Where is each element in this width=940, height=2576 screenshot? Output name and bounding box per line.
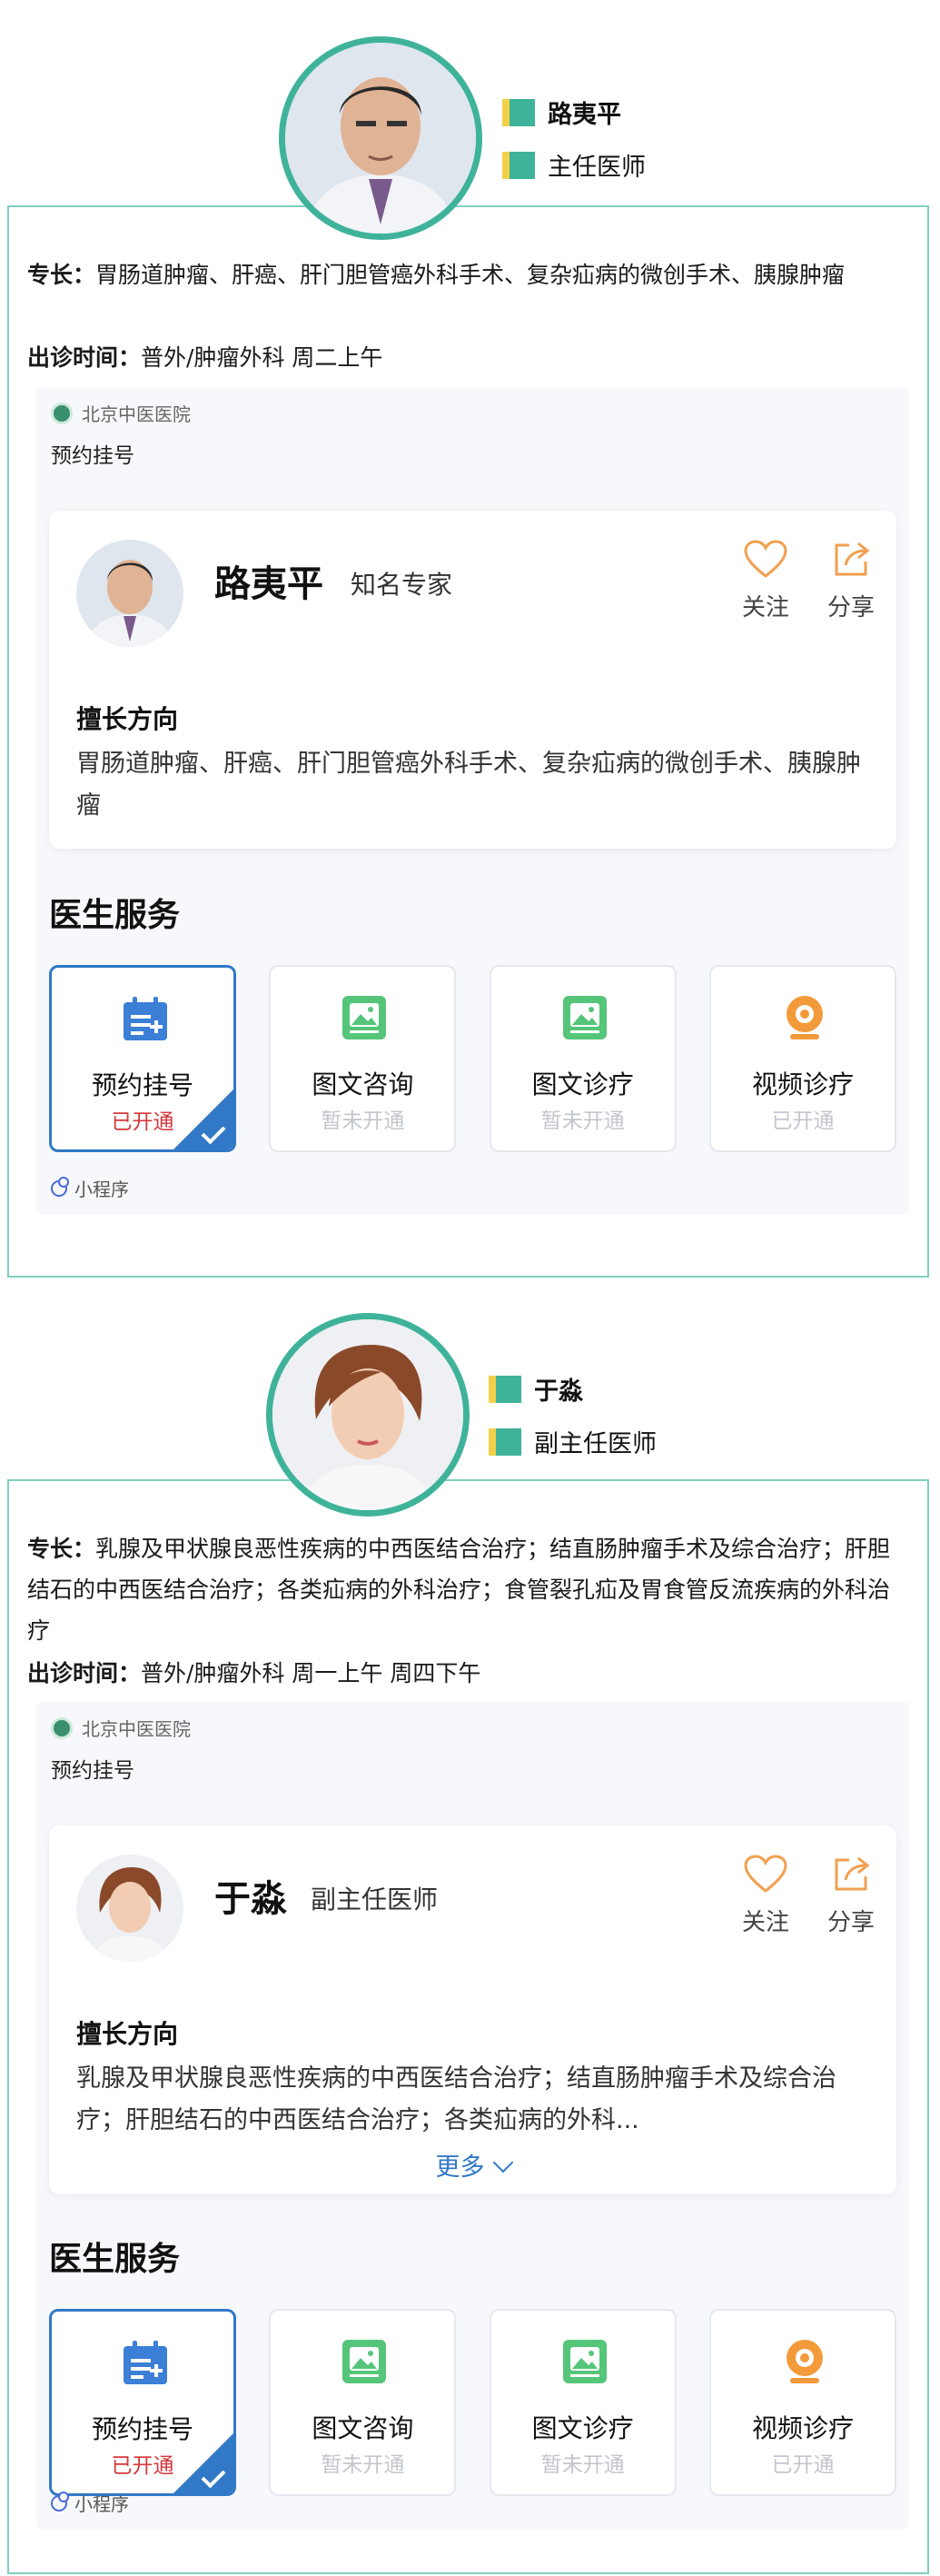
doctor-info-frame: 专长：乳腺及甲状腺良恶性疾病的中西医结合治疗；结直肠肿瘤手术及综合治疗；肝胆结石… <box>7 1479 929 2574</box>
more-button[interactable]: 更多 <box>49 2147 896 2183</box>
clinic-hours: 出诊时间：普外/肿瘤外科 周一上午 周四下午 <box>27 1660 481 1686</box>
doctor-name-tag: 于淼 <box>489 1371 583 1407</box>
mini-program-header: 北京中医医院 <box>51 400 191 426</box>
doctor-name: 于淼 <box>534 1378 583 1406</box>
share-button[interactable]: 分享 <box>815 540 887 622</box>
service-status: 已开通 <box>771 2453 835 2477</box>
service-booking[interactable]: 预约挂号 已开通 <box>49 965 236 1152</box>
service-image-consult[interactable]: 图文咨询 暂未开通 <box>269 2309 457 2496</box>
mini-program-card[interactable]: 北京中医医院 预约挂号 于淼 副主任医师 关注 分享 擅长方向 乳腺及甲状腺良恶… <box>36 1702 909 2529</box>
image-icon <box>562 996 607 1039</box>
camera-icon <box>786 996 823 1039</box>
card-doctor-title: 知名专家 <box>351 570 453 600</box>
specialty-text: 专长：乳腺及甲状腺良恶性疾病的中西医结合治疗；结直肠肿瘤手术及综合治疗；肝胆结石… <box>27 1536 891 1644</box>
service-status: 暂未开通 <box>540 2453 625 2477</box>
doctor-info-frame: 专长：胃肠道肿瘤、肝癌、肝门胆管癌外科手术、复杂疝病的微创手术、胰腺肿瘤 出诊时… <box>7 205 929 1278</box>
link-icon <box>51 2491 69 2511</box>
service-status: 暂未开通 <box>540 1109 625 1133</box>
expertise-title: 擅长方向 <box>76 2019 179 2049</box>
mini-program-header: 北京中医医院 <box>51 1715 191 1741</box>
doctor-rank-tag: 副主任医师 <box>489 1424 657 1459</box>
link-icon <box>51 1176 69 1197</box>
service-video-treatment[interactable]: 视频诊疗 已开通 <box>708 965 896 1152</box>
share-icon <box>835 542 870 576</box>
service-booking[interactable]: 预约挂号 已开通 <box>49 2309 236 2496</box>
mini-program-footer: 小程序 <box>51 2490 129 2516</box>
mini-program-footer: 小程序 <box>51 1175 129 1201</box>
share-label: 分享 <box>826 1909 875 1936</box>
service-name: 图文诊疗 <box>531 2413 634 2443</box>
service-name: 图文诊疗 <box>531 1069 634 1099</box>
image-icon <box>562 2340 607 2383</box>
service-status: 暂未开通 <box>321 2453 405 2477</box>
services-row: 预约挂号 已开通 图文咨询 暂未开通 图文诊疗 暂未开通 视频诊疗 已开通 <box>49 965 896 1152</box>
service-name: 图文咨询 <box>312 1069 414 1099</box>
hospital-logo-icon <box>51 1716 73 1739</box>
service-image-treatment[interactable]: 图文诊疗 暂未开通 <box>489 2309 677 2496</box>
image-icon <box>342 996 387 1039</box>
selected-corner <box>173 1089 233 1149</box>
chevron-down-icon <box>492 2152 513 2173</box>
expertise-text: 乳腺及甲状腺良恶性疾病的中西医结合治疗；结直肠肿瘤手术及综合治疗；肝胆结石的中西… <box>76 2064 836 2134</box>
service-image-treatment[interactable]: 图文诊疗 暂未开通 <box>489 965 677 1152</box>
expertise-text: 胃肠道肿瘤、肝癌、肝门胆管癌外科手术、复杂疝病的微创手术、胰腺肿瘤 <box>76 750 861 820</box>
heart-icon <box>744 540 787 578</box>
selected-corner <box>173 2433 233 2493</box>
doctor-name-tag: 路夷平 <box>502 94 621 130</box>
services-title: 医生服务 <box>49 897 181 934</box>
specialty-text: 专长：胃肠道肿瘤、肝癌、肝门胆管癌外科手术、复杂疝病的微创手术、胰腺肿瘤 <box>27 262 846 288</box>
service-image-consult[interactable]: 图文咨询 暂未开通 <box>269 965 457 1152</box>
heart-icon <box>744 1855 787 1893</box>
expertise-title: 擅长方向 <box>76 704 179 734</box>
service-status: 已开通 <box>771 1109 835 1133</box>
doctor-profile-card: 路夷平 知名专家 关注 分享 擅长方向 胃肠道肿瘤、肝癌、肝门胆管癌外科手术、复… <box>49 511 896 849</box>
doctor-profile-card: 于淼 副主任医师 关注 分享 擅长方向 乳腺及甲状腺良恶性疾病的中西医结合治疗；… <box>49 1825 896 2194</box>
doctor-photo <box>76 540 183 647</box>
doctor-avatar <box>266 1313 470 1517</box>
share-button[interactable]: 分享 <box>815 1855 887 1937</box>
doctor-name: 路夷平 <box>548 101 621 129</box>
card-doctor-name: 于淼 <box>214 1878 287 1920</box>
hospital-name: 北京中医医院 <box>82 1718 191 1740</box>
service-name: 视频诊疗 <box>751 2413 854 2443</box>
card-doctor-name: 路夷平 <box>214 563 323 605</box>
services-row: 预约挂号 已开通 图文咨询 暂未开通 图文诊疗 暂未开通 视频诊疗 已开通 <box>49 2309 896 2496</box>
mini-program-label: 小程序 <box>74 1179 129 1200</box>
camera-icon <box>786 2340 823 2383</box>
doctor-avatar <box>279 36 482 240</box>
service-status: 暂未开通 <box>321 1109 405 1133</box>
follow-label: 关注 <box>741 1909 789 1936</box>
share-label: 分享 <box>826 594 875 622</box>
mini-program-card[interactable]: 北京中医医院 预约挂号 路夷平 知名专家 关注 分享 擅长方向 胃肠道肿瘤、肝癌… <box>36 387 909 1214</box>
follow-button[interactable]: 关注 <box>729 1855 802 1937</box>
follow-label: 关注 <box>741 594 789 622</box>
follow-button[interactable]: 关注 <box>729 540 802 622</box>
doctor-rank: 副主任医师 <box>534 1430 657 1458</box>
calendar-icon <box>124 997 167 1040</box>
calendar-icon <box>124 2341 167 2384</box>
hospital-logo-icon <box>51 402 73 424</box>
doctor-rank-tag: 主任医师 <box>502 147 646 183</box>
mini-program-label: 小程序 <box>74 2493 129 2515</box>
clinic-hours: 出诊时间：普外/肿瘤外科 周二上午 <box>27 344 383 371</box>
services-title: 医生服务 <box>49 2241 181 2278</box>
mini-program-title: 预约挂号 <box>51 444 134 468</box>
doctor-rank: 主任医师 <box>548 154 646 182</box>
image-icon <box>342 2340 387 2383</box>
card-doctor-title: 副主任医师 <box>311 1885 439 1915</box>
more-label: 更多 <box>435 2153 485 2182</box>
service-name: 视频诊疗 <box>751 1069 854 1099</box>
mini-program-title: 预约挂号 <box>51 1759 134 1783</box>
service-video-treatment[interactable]: 视频诊疗 已开通 <box>708 2309 896 2496</box>
hospital-name: 北京中医医院 <box>82 403 191 425</box>
doctor-photo <box>76 1855 183 1962</box>
share-icon <box>835 1856 870 1891</box>
service-name: 图文咨询 <box>312 2413 414 2443</box>
